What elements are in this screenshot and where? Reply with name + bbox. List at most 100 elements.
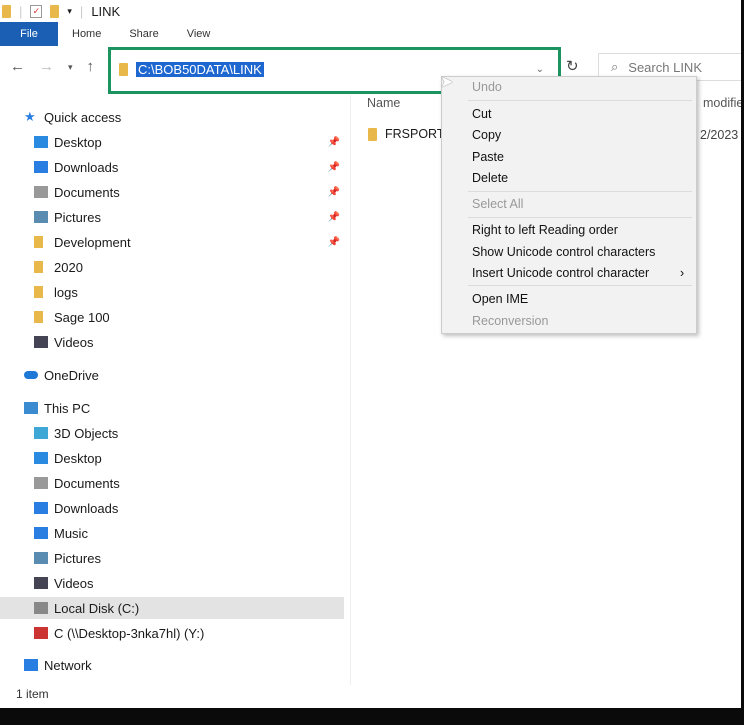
sidebar-item[interactable]: Videos bbox=[0, 331, 344, 353]
status-item-count: 1 item bbox=[16, 687, 49, 701]
sidebar-item-label: Development bbox=[54, 234, 131, 250]
sidebar-item[interactable]: Downloads bbox=[0, 497, 344, 519]
navigation-buttons: ← → ▾ ↑ bbox=[10, 58, 94, 75]
column-header-date-modified[interactable]: modifie bbox=[703, 96, 743, 110]
menu-item[interactable]: Paste bbox=[472, 150, 504, 164]
sidebar-item-label: Quick access bbox=[44, 109, 122, 125]
pictures-icon bbox=[34, 552, 48, 564]
menu-separator bbox=[468, 285, 692, 286]
desktop-icon bbox=[34, 452, 48, 464]
pin-icon: 📌 bbox=[327, 136, 340, 148]
menu-item[interactable]: Delete bbox=[472, 171, 508, 185]
sidebar-item[interactable]: Music bbox=[0, 522, 344, 544]
sidebar-item[interactable]: C (\\Desktop-3nka7hl) (Y:) bbox=[0, 622, 344, 644]
address-dropdown-icon[interactable]: ⌄ bbox=[536, 64, 544, 75]
pin-icon: 📌 bbox=[327, 236, 340, 248]
file-row[interactable]: FRSPORT bbox=[368, 127, 445, 141]
tab-share[interactable]: Share bbox=[115, 22, 172, 46]
menu-item[interactable]: Open IME bbox=[472, 292, 528, 306]
sidebar-item-label: Downloads bbox=[54, 500, 119, 516]
sidebar-item[interactable]: Local Disk (C:) bbox=[0, 597, 344, 619]
ribbon-tabs: File Home Share View bbox=[0, 22, 744, 46]
sidebar-item-label: C (\\Desktop-3nka7hl) (Y:) bbox=[54, 625, 205, 641]
menu-item: Reconversion bbox=[472, 314, 549, 328]
up-icon[interactable]: ↑ bbox=[87, 58, 95, 75]
sidebar-item[interactable]: OneDrive bbox=[0, 364, 344, 386]
star-icon: ★ bbox=[24, 109, 36, 124]
pictures-icon bbox=[34, 211, 48, 223]
title-bar: | ✓ ▾ | LINK bbox=[0, 0, 744, 22]
folder-icon bbox=[34, 311, 43, 323]
pane-divider[interactable] bbox=[350, 95, 351, 685]
sidebar-item-label: Documents bbox=[54, 475, 120, 491]
sidebar-item-label: Sage 100 bbox=[54, 309, 110, 325]
menu-item[interactable]: Cut bbox=[472, 107, 491, 121]
pin-icon: 📌 bbox=[327, 161, 340, 173]
sidebar-item[interactable]: 3D Objects bbox=[0, 422, 344, 444]
forward-icon[interactable]: → bbox=[39, 58, 54, 75]
sidebar-item-label: Documents bbox=[54, 184, 120, 200]
menu-separator bbox=[468, 191, 692, 192]
menu-item[interactable]: Copy bbox=[472, 128, 501, 142]
address-input[interactable]: C:\BOB50DATA\LINK bbox=[136, 61, 264, 77]
sidebar-item[interactable]: Documents bbox=[0, 472, 344, 494]
menu-separator bbox=[468, 100, 692, 101]
sidebar-item[interactable]: Sage 100 bbox=[0, 306, 344, 328]
menu-item[interactable]: Insert Unicode control character bbox=[472, 266, 649, 280]
pin-icon: 📌 bbox=[327, 186, 340, 198]
sidebar-item-label: Downloads bbox=[54, 159, 119, 175]
sidebar-item-label: Music bbox=[54, 525, 88, 541]
desktop-icon bbox=[34, 136, 48, 148]
sidebar-item[interactable]: Network bbox=[0, 654, 344, 676]
file-date: 2/2023 1 bbox=[700, 128, 744, 142]
column-header-name[interactable]: Name bbox=[367, 96, 400, 110]
sidebar-item[interactable]: Desktop 📌 bbox=[0, 131, 344, 153]
back-icon[interactable]: ← bbox=[10, 58, 25, 75]
sidebar-item[interactable]: Documents 📌 bbox=[0, 181, 344, 203]
sidebar-item-label: Videos bbox=[54, 334, 94, 350]
sidebar-item[interactable]: Desktop bbox=[0, 447, 344, 469]
tab-view[interactable]: View bbox=[173, 22, 225, 46]
sidebar-item-label: This PC bbox=[44, 400, 91, 416]
videos-icon bbox=[34, 577, 48, 589]
context-menu: Undo Cut Copy Paste Delete Select All Right to… bbox=[441, 76, 697, 334]
pin-icon: 📌 bbox=[327, 211, 340, 223]
sidebar-item-label: Videos bbox=[54, 575, 94, 591]
folder-icon bbox=[34, 286, 43, 298]
properties-icon[interactable]: ✓ bbox=[30, 4, 43, 18]
menu-item: Undo bbox=[472, 80, 502, 94]
tab-file[interactable]: File bbox=[0, 22, 58, 46]
sidebar-item-label: Desktop bbox=[54, 134, 102, 150]
mouse-cursor-icon: ➤ bbox=[440, 74, 454, 91]
music-icon bbox=[34, 527, 48, 539]
folder-icon bbox=[368, 127, 377, 141]
cube-icon bbox=[34, 427, 48, 439]
network-icon bbox=[24, 659, 38, 671]
customize-toolbar-icon[interactable]: ▾ bbox=[67, 6, 72, 17]
menu-item[interactable]: Right to left Reading order bbox=[472, 223, 618, 237]
tab-home[interactable]: Home bbox=[58, 22, 115, 46]
sidebar-item[interactable]: Development 📌 bbox=[0, 231, 344, 253]
sidebar-item[interactable]: Pictures 📌 bbox=[0, 206, 344, 228]
menu-item[interactable]: Show Unicode control characters bbox=[472, 245, 655, 259]
menu-item: Select All bbox=[472, 197, 524, 211]
sidebar-item-label: Desktop bbox=[54, 450, 102, 466]
folder-icon bbox=[34, 236, 43, 248]
sidebar-item-label: Pictures bbox=[54, 209, 101, 225]
search-icon: ⌕ bbox=[611, 59, 619, 74]
recent-locations-icon[interactable]: ▾ bbox=[68, 62, 73, 75]
folder-icon bbox=[119, 62, 128, 76]
sidebar-item[interactable]: logs bbox=[0, 281, 344, 303]
sidebar-item[interactable]: Downloads 📌 bbox=[0, 156, 344, 178]
sidebar-item-label: logs bbox=[54, 284, 78, 300]
sidebar-item[interactable]: Pictures bbox=[0, 547, 344, 569]
taskbar-strip bbox=[0, 708, 744, 725]
sidebar-item[interactable]: Videos bbox=[0, 572, 344, 594]
drive-icon bbox=[34, 602, 48, 614]
sidebar-item[interactable]: ★ Quick access bbox=[0, 106, 344, 128]
sidebar-item[interactable]: This PC bbox=[0, 397, 344, 419]
new-folder-icon[interactable] bbox=[50, 4, 60, 18]
refresh-icon[interactable]: ↻ bbox=[566, 57, 579, 75]
download-icon bbox=[34, 502, 48, 514]
sidebar-item[interactable]: 2020 bbox=[0, 256, 344, 278]
